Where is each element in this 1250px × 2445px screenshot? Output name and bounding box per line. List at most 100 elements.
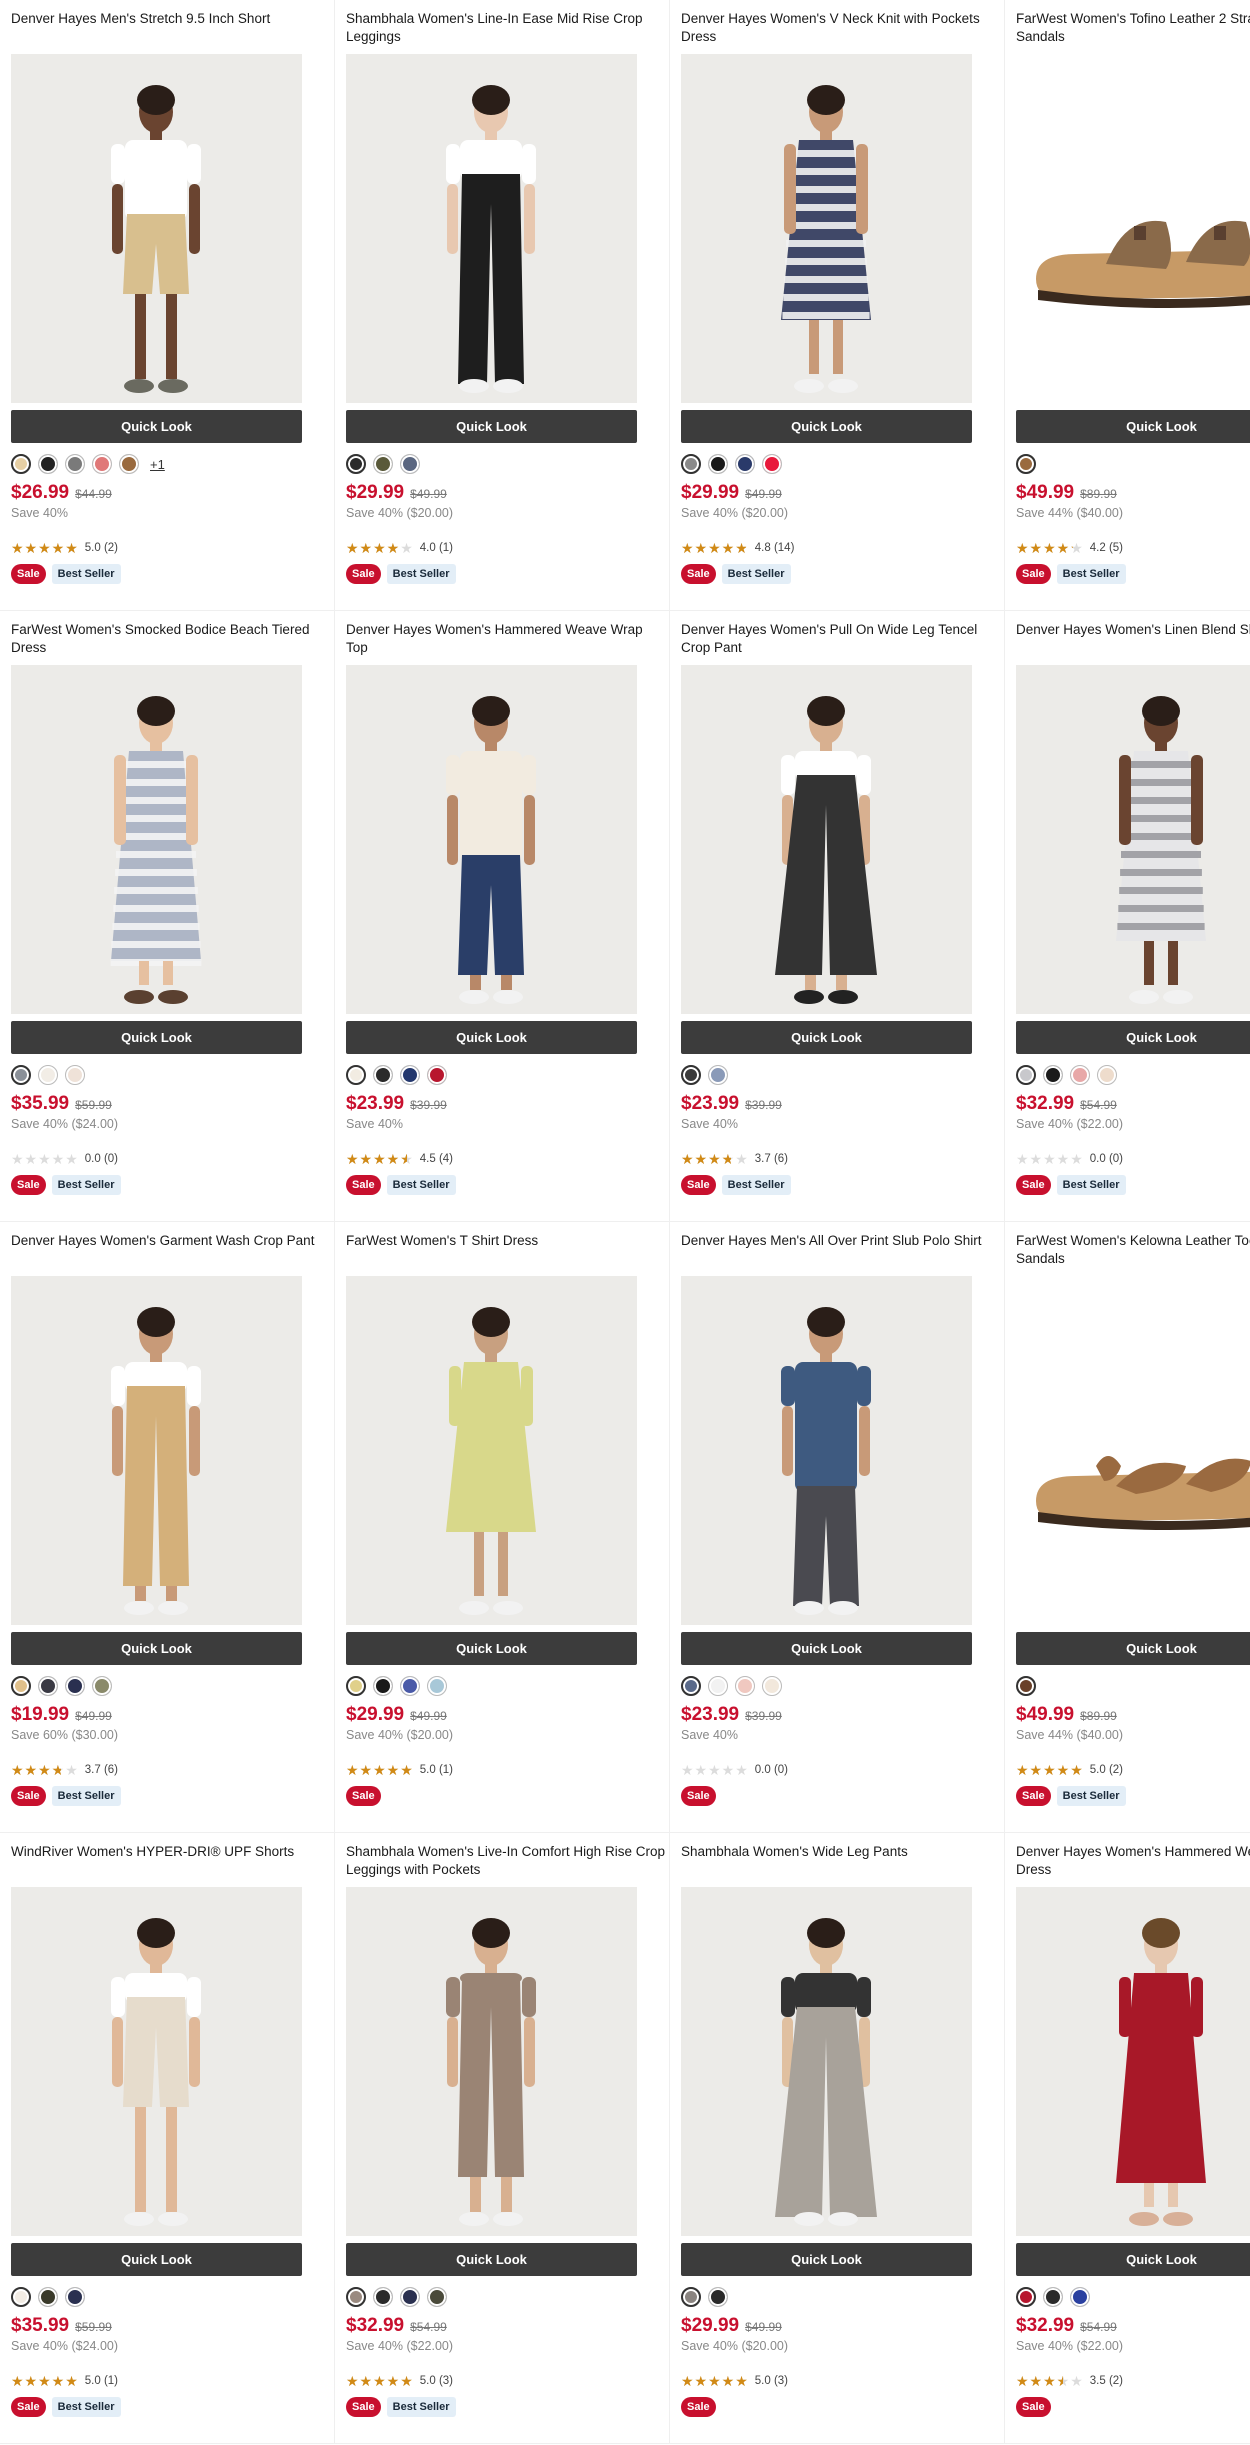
product-card[interactable]: Shambhala Women's Wide Leg Pants Quick L… — [670, 1833, 1005, 2444]
product-image[interactable] — [1016, 54, 1250, 403]
color-swatch[interactable] — [373, 454, 393, 474]
product-image[interactable] — [681, 54, 972, 403]
color-swatch[interactable] — [1070, 1065, 1090, 1085]
quick-look-button[interactable]: Quick Look — [1016, 1632, 1250, 1665]
product-card[interactable]: Denver Hayes Women's Garment Wash Crop P… — [0, 1222, 335, 1833]
color-swatch[interactable] — [400, 1065, 420, 1085]
color-swatch[interactable] — [1097, 1065, 1117, 1085]
product-image[interactable] — [346, 1887, 637, 2236]
color-swatch[interactable] — [65, 2287, 85, 2307]
color-swatch[interactable] — [346, 2287, 366, 2307]
product-card[interactable]: Shambhala Women's Line-In Ease Mid Rise … — [335, 0, 670, 611]
quick-look-button[interactable]: Quick Look — [11, 410, 302, 443]
rating[interactable]: ★★★★★★★★★★ 4.0 (1) — [346, 540, 658, 556]
color-swatch[interactable] — [1016, 1676, 1036, 1696]
rating[interactable]: ★★★★★★★★★★ 4.5 (4) — [346, 1151, 658, 1167]
rating[interactable]: ★★★★★★★★★★ 3.7 (6) — [681, 1151, 993, 1167]
quick-look-button[interactable]: Quick Look — [681, 2243, 972, 2276]
color-swatch[interactable] — [1016, 1065, 1036, 1085]
rating[interactable]: ★★★★★ ★★★★★ 5.0 (3) — [681, 2373, 993, 2389]
color-swatch[interactable] — [65, 1676, 85, 1696]
color-swatch[interactable] — [373, 2287, 393, 2307]
product-card[interactable]: Denver Hayes Women's Hammered Weave Wrap… — [335, 611, 670, 1222]
product-name[interactable]: FarWest Women's Smocked Bodice Beach Tie… — [11, 621, 331, 659]
rating[interactable]: ★★★★★★★★★★ 4.2 (5) — [1016, 540, 1250, 556]
color-swatch[interactable] — [11, 454, 31, 474]
color-swatch[interactable] — [346, 1676, 366, 1696]
product-card[interactable]: FarWest Women's Smocked Bodice Beach Tie… — [0, 611, 335, 1222]
color-swatch[interactable] — [427, 1676, 447, 1696]
color-swatch[interactable] — [708, 1676, 728, 1696]
color-swatch[interactable] — [400, 1676, 420, 1696]
product-image[interactable] — [11, 1887, 302, 2236]
rating[interactable]: ★★★★★★★★★★ 3.7 (6) — [11, 1762, 323, 1778]
color-swatch[interactable] — [373, 1065, 393, 1085]
color-swatch[interactable] — [92, 1676, 112, 1696]
product-image[interactable] — [11, 54, 302, 403]
product-name[interactable]: Denver Hayes Men's Stretch 9.5 Inch Shor… — [11, 10, 331, 48]
product-card[interactable]: Denver Hayes Women's Linen Blend Shirt D… — [1005, 611, 1250, 1222]
color-swatch[interactable] — [65, 1065, 85, 1085]
color-swatch[interactable] — [92, 454, 112, 474]
color-swatch[interactable] — [11, 1065, 31, 1085]
color-swatch[interactable] — [735, 1676, 755, 1696]
product-image[interactable] — [1016, 665, 1250, 1014]
color-swatch[interactable] — [65, 454, 85, 474]
product-name[interactable]: Shambhala Women's Wide Leg Pants — [681, 1843, 1001, 1881]
product-name[interactable]: FarWest Women's T Shirt Dress — [346, 1232, 666, 1270]
rating[interactable]: ★★★★★ ★★★★★ 4.8 (14) — [681, 540, 993, 556]
quick-look-button[interactable]: Quick Look — [1016, 2243, 1250, 2276]
quick-look-button[interactable]: Quick Look — [11, 2243, 302, 2276]
product-card[interactable]: WindRiver Women's HYPER-DRI® UPF Shorts … — [0, 1833, 335, 2444]
quick-look-button[interactable]: Quick Look — [346, 2243, 637, 2276]
color-swatch[interactable] — [1043, 2287, 1063, 2307]
color-swatch[interactable] — [681, 1676, 701, 1696]
color-swatch[interactable] — [427, 1065, 447, 1085]
product-image[interactable] — [346, 54, 637, 403]
rating[interactable]: ★★★★★ ★★★★★ 5.0 (3) — [346, 2373, 658, 2389]
color-swatch[interactable] — [1016, 2287, 1036, 2307]
color-swatch[interactable] — [681, 454, 701, 474]
rating[interactable]: ★★★★★ ★★★★★ 5.0 (1) — [346, 1762, 658, 1778]
quick-look-button[interactable]: Quick Look — [11, 1632, 302, 1665]
color-swatch[interactable] — [681, 2287, 701, 2307]
product-name[interactable]: Shambhala Women's Line-In Ease Mid Rise … — [346, 10, 666, 48]
quick-look-button[interactable]: Quick Look — [1016, 410, 1250, 443]
product-image[interactable] — [1016, 1276, 1250, 1625]
color-swatch[interactable] — [119, 454, 139, 474]
quick-look-button[interactable]: Quick Look — [1016, 1021, 1250, 1054]
product-name[interactable]: Denver Hayes Women's V Neck Knit with Po… — [681, 10, 1001, 48]
color-swatch[interactable] — [708, 1065, 728, 1085]
product-name[interactable]: Denver Hayes Women's Hammered Weave Shir… — [1016, 1843, 1250, 1881]
more-colors-link[interactable]: +1 — [150, 457, 165, 472]
product-name[interactable]: Denver Hayes Men's All Over Print Slub P… — [681, 1232, 1001, 1270]
product-name[interactable]: Denver Hayes Women's Garment Wash Crop P… — [11, 1232, 331, 1270]
quick-look-button[interactable]: Quick Look — [681, 1632, 972, 1665]
rating[interactable]: ★★★★★★★★★★ 0.0 (0) — [1016, 1151, 1250, 1167]
quick-look-button[interactable]: Quick Look — [346, 410, 637, 443]
color-swatch[interactable] — [1070, 2287, 1090, 2307]
product-card[interactable]: Shambhala Women's Live-In Comfort High R… — [335, 1833, 670, 2444]
color-swatch[interactable] — [38, 2287, 58, 2307]
product-image[interactable] — [681, 665, 972, 1014]
color-swatch[interactable] — [681, 1065, 701, 1085]
color-swatch[interactable] — [762, 454, 782, 474]
quick-look-button[interactable]: Quick Look — [681, 1021, 972, 1054]
rating[interactable]: ★★★★★ ★★★★★ 5.0 (2) — [1016, 1762, 1250, 1778]
color-swatch[interactable] — [1043, 1065, 1063, 1085]
product-name[interactable]: FarWest Women's Kelowna Leather Toe Loop… — [1016, 1232, 1250, 1270]
product-card[interactable]: Denver Hayes Men's Stretch 9.5 Inch Shor… — [0, 0, 335, 611]
product-image[interactable] — [346, 665, 637, 1014]
color-swatch[interactable] — [735, 454, 755, 474]
product-image[interactable] — [346, 1276, 637, 1625]
product-image[interactable] — [11, 665, 302, 1014]
quick-look-button[interactable]: Quick Look — [11, 1021, 302, 1054]
product-name[interactable]: Denver Hayes Women's Linen Blend Shirt D… — [1016, 621, 1250, 659]
quick-look-button[interactable]: Quick Look — [681, 410, 972, 443]
quick-look-button[interactable]: Quick Look — [346, 1632, 637, 1665]
product-name[interactable]: Denver Hayes Women's Hammered Weave Wrap… — [346, 621, 666, 659]
color-swatch[interactable] — [38, 454, 58, 474]
product-card[interactable]: Denver Hayes Men's All Over Print Slub P… — [670, 1222, 1005, 1833]
rating[interactable]: ★★★★★ ★★★★★ 5.0 (2) — [11, 540, 323, 556]
color-swatch[interactable] — [11, 1676, 31, 1696]
